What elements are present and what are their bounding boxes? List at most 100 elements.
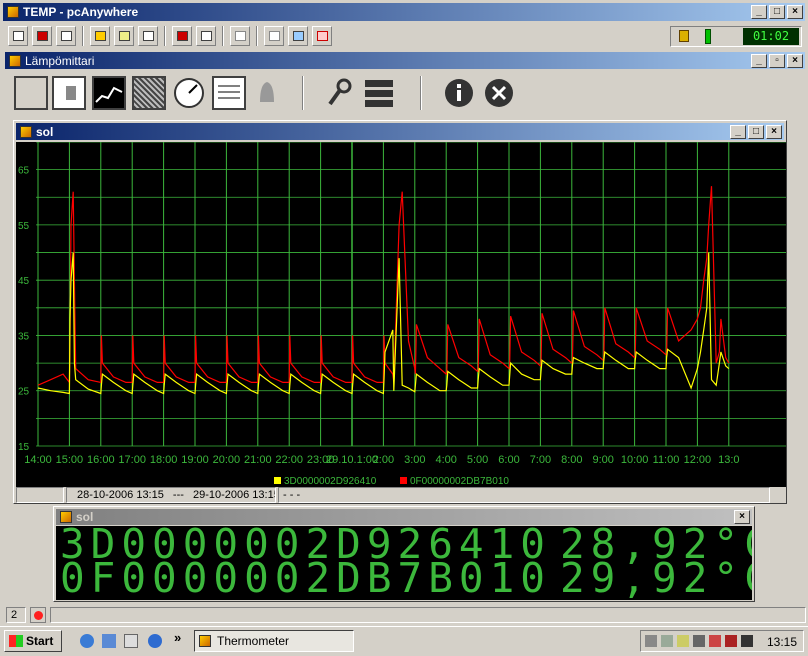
- session-clock: 01:02: [743, 28, 799, 45]
- chart-close-button[interactable]: ×: [766, 124, 782, 139]
- file-tool-icon[interactable]: [138, 26, 158, 46]
- outer-minimize-button[interactable]: _: [751, 5, 767, 19]
- blank-view-icon[interactable]: [14, 76, 48, 110]
- start-button[interactable]: Start: [4, 630, 62, 652]
- list-view-icon[interactable]: [212, 76, 246, 110]
- chart-maximize-button[interactable]: □: [748, 124, 764, 139]
- x-tick-label: 7:00: [530, 454, 551, 466]
- quicklaunch-chevron[interactable]: »: [174, 630, 181, 645]
- x-tick-label: 20:00: [213, 454, 241, 466]
- windows-logo-icon: [9, 635, 23, 647]
- lock-icon: [679, 30, 689, 42]
- sensors-icon[interactable]: [362, 76, 396, 110]
- outer-titlebar: TEMP - pcAnywhere _ □ ×: [3, 3, 805, 21]
- temperature-chart: 14:00 15:00 16:00 17:00 18:00 19:00 20:00 21:00…: [16, 142, 786, 487]
- x-tick-label: 8:00: [561, 454, 582, 466]
- alarm-bell-icon[interactable]: [250, 76, 284, 110]
- grid-view-icon[interactable]: [132, 76, 166, 110]
- x-tick-label: 6:00: [498, 454, 519, 466]
- readout-display: 3D0000002D926410 28,92°C 0F0000002DB7B01…: [56, 526, 752, 600]
- y-tick-label: 65: [18, 166, 30, 177]
- chart-titlebar: sol _ □ ×: [16, 123, 784, 140]
- x-tick-label: 15:00: [56, 454, 84, 466]
- x-tick-label: 9:00: [592, 454, 613, 466]
- inner-close-button[interactable]: ×: [787, 53, 803, 68]
- y-tick-label: 35: [18, 331, 30, 342]
- chart-minimize-button[interactable]: _: [730, 124, 746, 139]
- graph-view-icon[interactable]: [92, 76, 126, 110]
- outer-close-button[interactable]: ×: [787, 5, 803, 19]
- y-tick-label: 15: [18, 442, 30, 453]
- x-tick-label: 16:00: [87, 454, 115, 466]
- connection-status-icon: [705, 29, 711, 44]
- tray-sound-icon[interactable]: [693, 635, 705, 647]
- inner-titlebar: Lämpömittari _ ▫ ×: [5, 52, 805, 69]
- info-icon[interactable]: [442, 76, 476, 110]
- legend-swatch: [400, 477, 407, 484]
- date-separator: ---: [172, 489, 184, 501]
- x-tick-label: 3:00: [404, 454, 425, 466]
- network-tool-icon[interactable]: [288, 26, 308, 46]
- disconnect-tool-icon[interactable]: [312, 26, 332, 46]
- outer-maximize-button[interactable]: □: [769, 5, 785, 19]
- y-tick-label: 25: [18, 387, 30, 398]
- gauge-icon[interactable]: [172, 76, 206, 110]
- thermometer-app-icon: [199, 635, 211, 647]
- window-tool-icon[interactable]: [8, 26, 28, 46]
- inner-minimize-button[interactable]: _: [751, 53, 767, 68]
- chart-window-icon: [20, 125, 32, 138]
- inner-restore-button[interactable]: ▫: [769, 53, 785, 68]
- tray-usb-icon[interactable]: [677, 635, 689, 647]
- x-tick-label: 14:00: [24, 454, 52, 466]
- quicklaunch-outlook-icon[interactable]: [102, 634, 116, 648]
- tray-meter-icon[interactable]: [725, 635, 737, 647]
- date-from: 28-10-2006 13:15: [77, 489, 164, 501]
- exit-icon[interactable]: [482, 76, 516, 110]
- taskbar-thermometer-label: Thermometer: [217, 634, 290, 648]
- properties-tool-icon[interactable]: [56, 26, 76, 46]
- taskbar: Start » Thermometer 13:15: [0, 626, 808, 656]
- date-range-blank: [16, 487, 64, 503]
- readout-icon: [60, 511, 72, 523]
- legend-label: 0F00000002DB7B010: [410, 476, 509, 487]
- date-range-dots: - - -: [283, 489, 301, 501]
- x-tick-label: 19:00: [181, 454, 209, 466]
- date-range-extra: - - -: [278, 487, 770, 503]
- quicklaunch-editor-icon[interactable]: [124, 634, 138, 648]
- sensor-2-value: 29,92°C: [560, 554, 752, 600]
- date-range: 28-10-2006 13:15 --- 29-10-2006 13:15: [66, 487, 276, 503]
- readout-window: sol × 3D0000002D926410 28,92°C 0F0000002…: [53, 506, 755, 602]
- y-tick-label: 55: [18, 221, 30, 232]
- x-tick-label: 12:00: [684, 454, 712, 466]
- x-tick-label: 17:00: [118, 454, 146, 466]
- fullscreen-tool-icon[interactable]: [32, 26, 52, 46]
- settings-view-icon[interactable]: [52, 76, 86, 110]
- readout-title: sol: [76, 510, 94, 524]
- readout-close-button[interactable]: ×: [734, 510, 750, 524]
- tray-monitor-icon[interactable]: [741, 635, 753, 647]
- readout-titlebar: sol ×: [56, 509, 752, 525]
- tray-shield-icon[interactable]: [709, 635, 721, 647]
- x-tick-label: 13:0: [718, 454, 739, 466]
- chart-window: sol _ □ × 14:00 15:00 16:00 17:00 18:00 19:00…: [13, 120, 787, 504]
- date-to: 29-10-2006 13:15: [192, 489, 276, 501]
- transfer-tool-icon[interactable]: [90, 26, 110, 46]
- x-tick-label: 2:00: [373, 454, 394, 466]
- tools-icon[interactable]: [324, 76, 358, 110]
- connect-tool-icon[interactable]: [264, 26, 284, 46]
- tray-pcanywhere-icon[interactable]: [661, 635, 673, 647]
- bottom-status-bar: 2: [6, 605, 806, 625]
- tray-network-icon[interactable]: [645, 635, 657, 647]
- keyboard-tool-icon[interactable]: [172, 26, 192, 46]
- taskbar-thermometer-button[interactable]: Thermometer: [194, 630, 354, 652]
- x-tick-label: 5:00: [467, 454, 488, 466]
- quicklaunch-browser-icon[interactable]: [148, 634, 162, 648]
- undo-tool-icon[interactable]: [230, 26, 250, 46]
- clipboard-tool-icon[interactable]: [114, 26, 134, 46]
- document-tool-icon[interactable]: [196, 26, 216, 46]
- quicklaunch-ie-icon[interactable]: [80, 634, 94, 648]
- legend-swatch: [274, 477, 281, 484]
- legend-label: 3D0000002D926410: [284, 476, 377, 487]
- x-tick-label: 29.10.1:00: [326, 454, 378, 466]
- x-tick-label: 22:00: [275, 454, 303, 466]
